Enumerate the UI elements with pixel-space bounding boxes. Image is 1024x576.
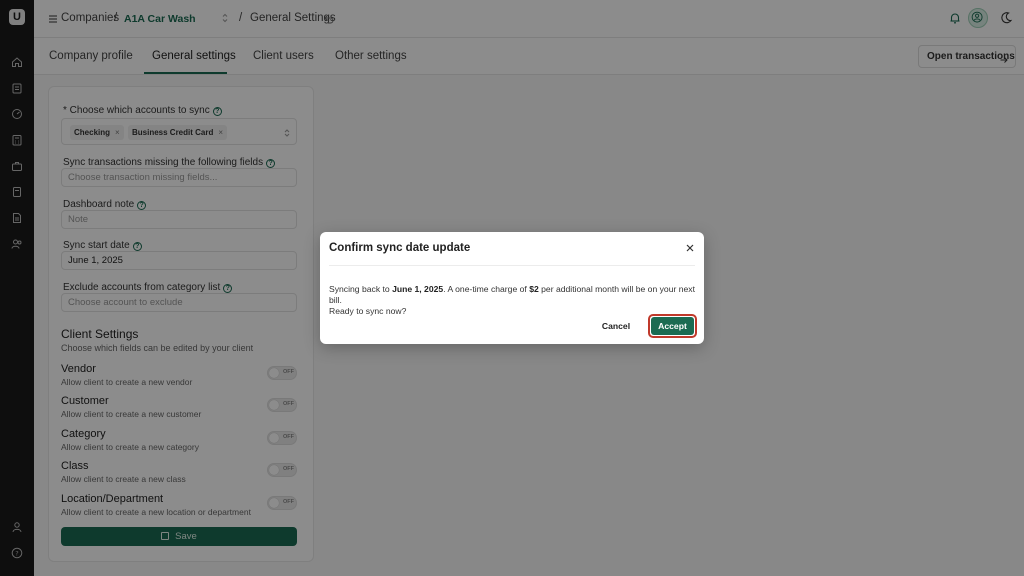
cancel-button[interactable]: Cancel [598,318,634,334]
dialog-title: Confirm sync date update [329,242,471,254]
dialog-divider [329,265,695,266]
close-icon[interactable] [684,242,696,254]
accept-button[interactable]: Accept [651,317,694,335]
dialog-message: Syncing back to June 1, 2025. A one-time… [329,284,695,316]
confirm-sync-dialog: Confirm sync date update Syncing back to… [320,232,704,344]
